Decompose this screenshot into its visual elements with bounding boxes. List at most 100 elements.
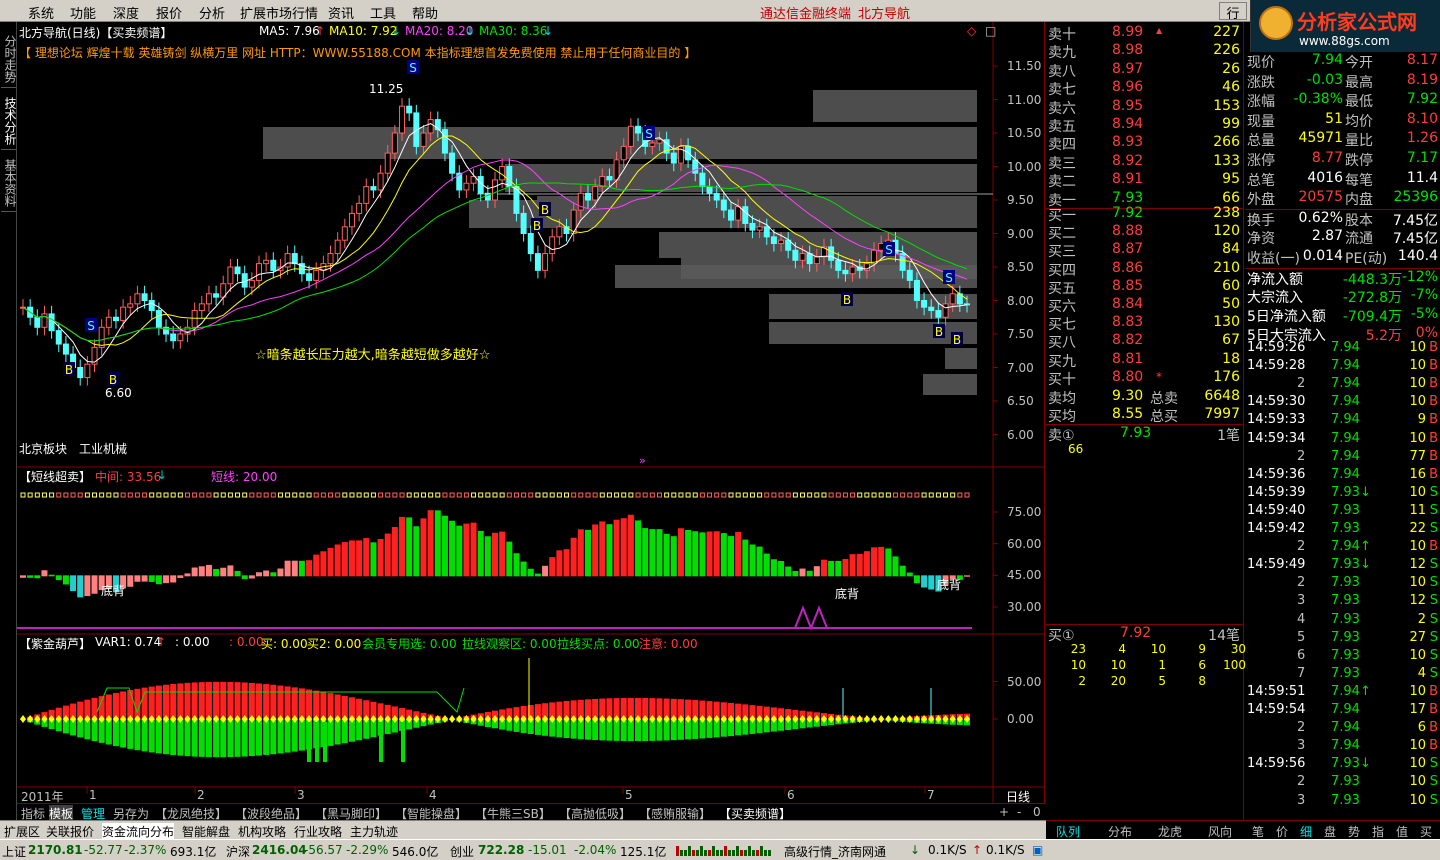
rtab-pan[interactable]: 盘 [1324, 823, 1336, 840]
oversold-bar [806, 570, 813, 577]
tick-row[interactable]: 4 7.93 2 S [1245, 612, 1440, 630]
tick-row[interactable]: 3 7.93 12 S [1245, 593, 1440, 611]
tab-main-track[interactable]: 主力轨迹 [350, 823, 398, 840]
rtab-wind[interactable]: 风向 [1208, 823, 1232, 840]
tick-row[interactable]: 14:59:34 7.94 10 B [1245, 431, 1440, 449]
tick-row[interactable]: 14:59:54 7.94 17 B [1245, 702, 1440, 720]
tick-row[interactable]: 7 7.93 4 S [1245, 666, 1440, 684]
tick-row[interactable]: 14:59:39 7.93↓ 10 S [1245, 485, 1440, 503]
queue-buy-volume: 30 [1230, 642, 1246, 656]
tick-row[interactable]: 2 7.94 10 B [1245, 376, 1440, 394]
menu-quote[interactable]: 报价 [156, 3, 182, 22]
zoom-in-button[interactable]: + [999, 805, 1009, 819]
buy-level-row[interactable]: 买四 8.86 210 [1046, 260, 1244, 279]
rtab-buy[interactable]: 买 [1420, 823, 1432, 840]
status-cy-name[interactable]: 创业 [450, 843, 474, 860]
queue-buy-volume: 5 [1158, 674, 1166, 688]
buy-level-row[interactable]: 买六 8.84 50 [1046, 296, 1244, 315]
tab-intraday[interactable]: 分时走势 [1, 30, 17, 88]
tick-row[interactable]: 14:59:30 7.94 10 B [1245, 394, 1440, 412]
buy-level-row[interactable]: 买八 8.82 67 [1046, 332, 1244, 351]
tick-row[interactable]: 14:59:40 7.93 11 S [1245, 503, 1440, 521]
tick-row[interactable]: 14:59:26 7.94 10 B [1245, 340, 1440, 358]
tick-row[interactable]: 14:59:49 7.93↓ 12 S [1245, 557, 1440, 575]
buy-level-row[interactable]: 买二 8.88 120 [1046, 223, 1244, 242]
queue-sell-row[interactable]: 卖① 7.93 1笔 [1046, 424, 1244, 444]
tab-technical[interactable]: 技术分析 [1, 92, 17, 150]
tick-row[interactable]: 6 7.93 10 S [1245, 648, 1440, 666]
sell-level-row[interactable]: 卖三 8.92 133 [1046, 153, 1244, 172]
chart-area[interactable]: B B B B B B B S S S S S» 北方导航(日线)【买卖频谱】 MA5: 7.96 ↑… [17, 22, 1045, 820]
buy-level-row[interactable]: 买九 8.81 18 [1046, 351, 1244, 370]
tab-fundamental[interactable]: 基本资料 [1, 154, 17, 212]
sell-level-row[interactable]: 卖七 8.96 46 [1046, 79, 1244, 98]
diamond-icon[interactable]: ◇ [967, 24, 976, 38]
tick-row[interactable]: 5 7.93 27 S [1245, 630, 1440, 648]
quote-button[interactable]: 行 [1219, 2, 1247, 22]
rtab-value[interactable]: 值 [1396, 823, 1408, 840]
sell-level-row[interactable]: 卖十 8.99 227 [1046, 24, 1244, 43]
tick-row[interactable]: 3 7.94 10 B [1245, 738, 1440, 756]
menu-function[interactable]: 功能 [70, 3, 96, 22]
tick-price: 7.93 [1331, 792, 1360, 808]
menu-system[interactable]: 系统 [28, 3, 54, 22]
menu-tools[interactable]: 工具 [370, 3, 396, 22]
sell-level-row[interactable]: 卖九 8.98 226 [1046, 42, 1244, 61]
tab-institution[interactable]: 机构攻略 [238, 823, 286, 840]
tab-extension[interactable]: 扩展区 [4, 823, 40, 840]
rtab-dist[interactable]: 分布 [1108, 823, 1132, 840]
chart-canvas[interactable]: BBBBBBBSSSSS» [17, 22, 1045, 803]
sell-level-row[interactable]: 卖五 8.94 99 [1046, 116, 1244, 135]
tick-row[interactable]: 14:59:51 7.94↑ 10 B [1245, 684, 1440, 702]
menu-depth[interactable]: 深度 [113, 3, 139, 22]
panel3-pull: 拉线观察区: 0.00 [462, 637, 557, 651]
rtab-index[interactable]: 指 [1372, 823, 1384, 840]
tick-row[interactable]: 3 7.93 10 S [1245, 793, 1440, 811]
oversold-bar [127, 575, 134, 587]
tab-industry[interactable]: 行业攻略 [294, 823, 342, 840]
menu-help[interactable]: 帮助 [412, 3, 438, 22]
tick-row[interactable]: 14:59:42 7.93 22 S [1245, 521, 1440, 539]
rtab-trend[interactable]: 势 [1348, 823, 1360, 840]
rtab-dragon[interactable]: 龙虎 [1158, 823, 1182, 840]
tick-row[interactable]: 2 7.93 10 S [1245, 774, 1440, 792]
zoom-out-button[interactable]: - [1017, 805, 1021, 819]
status-cy-pct: -2.04% [574, 843, 617, 857]
status-sh-name[interactable]: 上证 [2, 843, 26, 860]
tick-row[interactable]: 2 7.93 10 S [1245, 575, 1440, 593]
sell-level-row[interactable]: 卖二 8.91 95 [1046, 171, 1244, 190]
menu-analysis[interactable]: 分析 [199, 3, 225, 22]
tab-related-quote[interactable]: 关联报价 [46, 823, 94, 840]
zoom-reset-button[interactable]: 0 [1033, 805, 1041, 819]
tick-row[interactable]: 14:59:33 7.94 9 B [1245, 412, 1440, 430]
tick-row[interactable]: 2 7.94 77 B [1245, 449, 1440, 467]
oversold-bar [863, 551, 870, 577]
rtab-bi[interactable]: 笔 [1252, 823, 1264, 840]
tab-fund-flow[interactable]: 资金流向分布 [102, 823, 175, 840]
sell-level-row[interactable]: 卖六 8.95 153 [1046, 98, 1244, 117]
menu-extended-market[interactable]: 扩展市场行情 [240, 3, 318, 22]
rtab-detail[interactable]: 细 [1300, 823, 1312, 840]
tick-row[interactable]: 2 7.94↑ 10 B [1245, 539, 1440, 557]
queue-buy-row[interactable]: 买① 7.92 14笔 [1046, 624, 1244, 644]
buy-level-row[interactable]: 买十 8.80 176 [1046, 369, 1244, 388]
rtab-queue[interactable]: 队列 [1056, 823, 1080, 840]
tick-row[interactable]: 14:59:28 7.94 10 B [1245, 358, 1440, 376]
buy-level-row[interactable]: 买五 8.85 60 [1046, 277, 1244, 297]
tick-row[interactable]: 14:59:36 7.94 16 B [1245, 467, 1440, 485]
buy-level-row[interactable]: 买一 7.92 238 [1046, 205, 1244, 224]
sector-name[interactable]: 北京板块 [19, 440, 67, 457]
buy-level-row[interactable]: 买七 8.83 130 [1046, 314, 1244, 333]
tick-row[interactable]: 14:59:56 7.93↓ 10 S [1245, 756, 1440, 774]
close-icon[interactable]: □ [985, 24, 996, 38]
sell-level-row[interactable]: 卖四 8.93 266 [1046, 134, 1244, 153]
buy-level-row[interactable]: 买三 8.87 84 [1046, 241, 1244, 260]
industry-name[interactable]: 工业机械 [79, 440, 127, 457]
buy-level-price: 8.85 [1112, 277, 1144, 294]
rtab-price[interactable]: 价 [1276, 823, 1288, 840]
tick-row[interactable]: 2 7.94 6 B [1245, 720, 1440, 738]
tab-smart-analysis[interactable]: 智能解盘 [182, 823, 230, 840]
status-hs-name[interactable]: 沪深 [226, 843, 250, 860]
menu-news[interactable]: 资讯 [328, 3, 354, 22]
sell-level-row[interactable]: 卖八 8.97 26 [1046, 61, 1244, 80]
